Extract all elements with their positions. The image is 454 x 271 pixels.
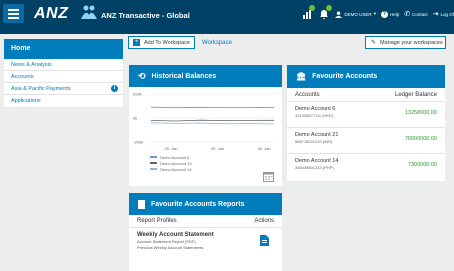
favourite-accounts-header: 🏛 Favourite Accounts	[287, 65, 445, 88]
history-icon: ⟲	[138, 70, 146, 81]
approvals-notification-icon[interactable]	[301, 5, 316, 20]
chevron-down-icon: ▾	[373, 11, 376, 16]
info-icon[interactable]: i	[111, 85, 118, 92]
favourite-accounts-panel: 🏛 Favourite Accounts Accounts Ledger Bal…	[287, 65, 445, 181]
contact-link[interactable]: ✆ Contact	[404, 10, 427, 18]
account-row[interactable]: Demo Account 21 566718221220 (INR) 70000…	[287, 128, 445, 154]
sidebar-item-accounts[interactable]: Accounts	[4, 71, 123, 83]
hamburger-menu-icon[interactable]	[3, 4, 24, 23]
chart-legend: Demo Account 6 Demo Account 13 Demo Acco…	[150, 154, 192, 172]
favourite-reports-header: Favourite Accounts Reports	[129, 193, 282, 215]
reports-column-headers: Report Profiles Actions	[129, 215, 282, 228]
sidebar-item-payments[interactable]: Asia & Pacific Payments i	[4, 83, 123, 95]
anz-people-logo-icon	[81, 5, 97, 19]
x-tick-label: 26. Jan	[257, 146, 270, 151]
legend-swatch	[150, 156, 157, 158]
series-line	[150, 106, 275, 109]
calendar-icon[interactable]	[263, 171, 274, 182]
x-tick-label: 25. Jan	[164, 146, 177, 151]
series-line	[150, 122, 275, 125]
sidebar: Home News & Analysis Accounts Asia & Pac…	[4, 39, 123, 107]
y-tick-label: 200k	[133, 92, 142, 97]
sidebar-item-applications[interactable]: Applications	[4, 95, 123, 107]
historical-balances-header: ⟲ Historical Balances	[129, 65, 282, 87]
top-bar: ANZ ANZ Transactive - Global DEMO USER ▾ …	[0, 0, 454, 34]
historical-balances-panel: ⟲ Historical Balances 200k 0k -200k 25. Jan…	[129, 65, 282, 186]
anz-logo: ANZ	[34, 5, 69, 22]
historical-balances-chart: 200k 0k -200k 25. Jan 25. Jan 26. Jan	[133, 92, 275, 151]
report-title[interactable]: Weekly Account Statement	[137, 232, 274, 238]
legend-item[interactable]: Demo Account 14	[150, 166, 192, 172]
series-line	[150, 119, 275, 122]
x-tick-label: 25. Jan	[211, 146, 224, 151]
logout-icon: ⇥	[432, 11, 439, 18]
download-report-icon[interactable]	[260, 235, 269, 246]
favourite-accounts-column-headers: Accounts Ledger Balance	[287, 88, 445, 102]
logoff-link[interactable]: ⇥ Log Of	[433, 10, 454, 18]
bank-icon: 🏛	[296, 72, 307, 81]
alerts-notification-icon[interactable]	[318, 5, 333, 20]
user-menu[interactable]: DEMO USER ▾	[335, 10, 376, 18]
pencil-icon: ✎	[371, 40, 377, 46]
plus-icon: +	[133, 39, 140, 46]
app-title: ANZ Transactive - Global	[101, 11, 190, 20]
account-row[interactable]: Demo Account 14 345439801243 (PHP) 73000…	[287, 154, 445, 180]
add-to-workspace-button[interactable]: + Add To Workspace	[128, 36, 195, 49]
help-link[interactable]: ? Help	[380, 10, 399, 18]
phone-icon: ✆	[404, 11, 411, 18]
report-row: Weekly Account Statement Account Stateme…	[129, 228, 282, 254]
help-icon: ?	[380, 10, 388, 18]
account-row[interactable]: Demo Account 6 331335677111 (HKD) 132580…	[287, 102, 445, 128]
previous-statements-link[interactable]: Previous Weekly Account Statements	[137, 245, 274, 250]
document-icon	[138, 199, 145, 209]
report-format-link[interactable]: Account Statement Report (PDF)	[137, 239, 274, 244]
y-tick-label: 0k	[133, 116, 137, 121]
favourite-reports-panel: Favourite Accounts Reports Report Profil…	[129, 193, 282, 271]
legend-swatch	[150, 168, 157, 170]
sidebar-item-news[interactable]: News & Analysis	[4, 59, 123, 71]
workspace-label: Workspace	[202, 40, 232, 46]
y-tick-label: -200k	[133, 140, 143, 145]
legend-swatch	[150, 162, 157, 164]
sidebar-title[interactable]: Home	[4, 39, 123, 59]
manage-workspaces-button[interactable]: ✎ Manage your workspaces	[365, 36, 446, 49]
user-icon	[335, 10, 343, 18]
